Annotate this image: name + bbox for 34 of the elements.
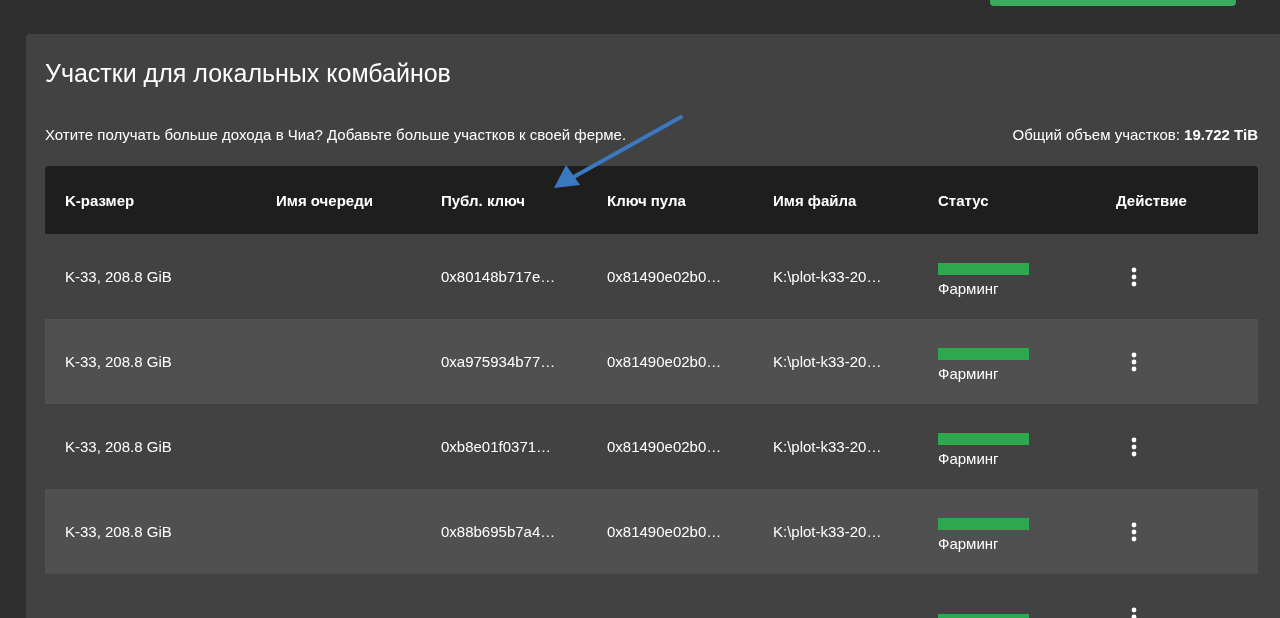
table-cell: 0x88b695b7a4… bbox=[441, 523, 556, 540]
table-cell: 0x81490e02b0… bbox=[607, 438, 722, 455]
table-cell: K-33, 208.8 GiB bbox=[65, 353, 172, 370]
table-cell: K:\plot-k33-20… bbox=[773, 438, 882, 455]
status-text: Фарминг bbox=[938, 279, 999, 297]
more-options-icon[interactable] bbox=[1131, 266, 1137, 287]
table-cell: K-33, 208.8 GiB bbox=[65, 523, 172, 540]
column-header: K-размер bbox=[65, 191, 136, 209]
table-cell: K-33, 208.8 GiB bbox=[65, 438, 172, 455]
column-header: Ключ пула bbox=[607, 191, 687, 209]
total-size-text: Общий объем участков: 19.722 TiB bbox=[1012, 126, 1258, 144]
table-cell: 0x81490e02b0… bbox=[607, 523, 722, 540]
table-cell: K:\plot-k33-20… bbox=[773, 353, 882, 370]
column-header: Статус bbox=[938, 191, 990, 209]
table-cell: 0xb8e01f0371… bbox=[441, 438, 552, 455]
table-cell: K:\plot-k33-20… bbox=[773, 523, 882, 540]
more-options-icon[interactable] bbox=[1131, 351, 1137, 372]
table-cell: 0x80148b717e… bbox=[441, 268, 556, 285]
table-cell: K-33, 208.8 GiB bbox=[65, 268, 172, 285]
table-cell: K:\plot-k33-20… bbox=[773, 268, 882, 285]
column-header: Имя файла bbox=[773, 191, 858, 209]
more-options-icon[interactable] bbox=[1131, 521, 1137, 542]
status-text: Фарминг bbox=[938, 534, 999, 552]
hint-text: Хотите получать больше дохода в Чиа? Добавьте больше участков к своей ферме. bbox=[45, 126, 627, 144]
table-cell: 0x81490e02b0… bbox=[607, 268, 722, 285]
table-cell: 0xa975934b77… bbox=[441, 353, 556, 370]
status-text: Фарминг bbox=[938, 364, 999, 382]
section-title: Участки для локальных комбайнов bbox=[45, 58, 452, 88]
column-header: Действие bbox=[1116, 191, 1188, 209]
column-header: Публ. ключ bbox=[441, 191, 527, 209]
status-text: Фарминг bbox=[938, 449, 999, 467]
table-cell: 0x81490e02b0… bbox=[607, 353, 722, 370]
more-options-icon[interactable] bbox=[1131, 436, 1137, 457]
column-header: Имя очереди bbox=[276, 191, 374, 209]
